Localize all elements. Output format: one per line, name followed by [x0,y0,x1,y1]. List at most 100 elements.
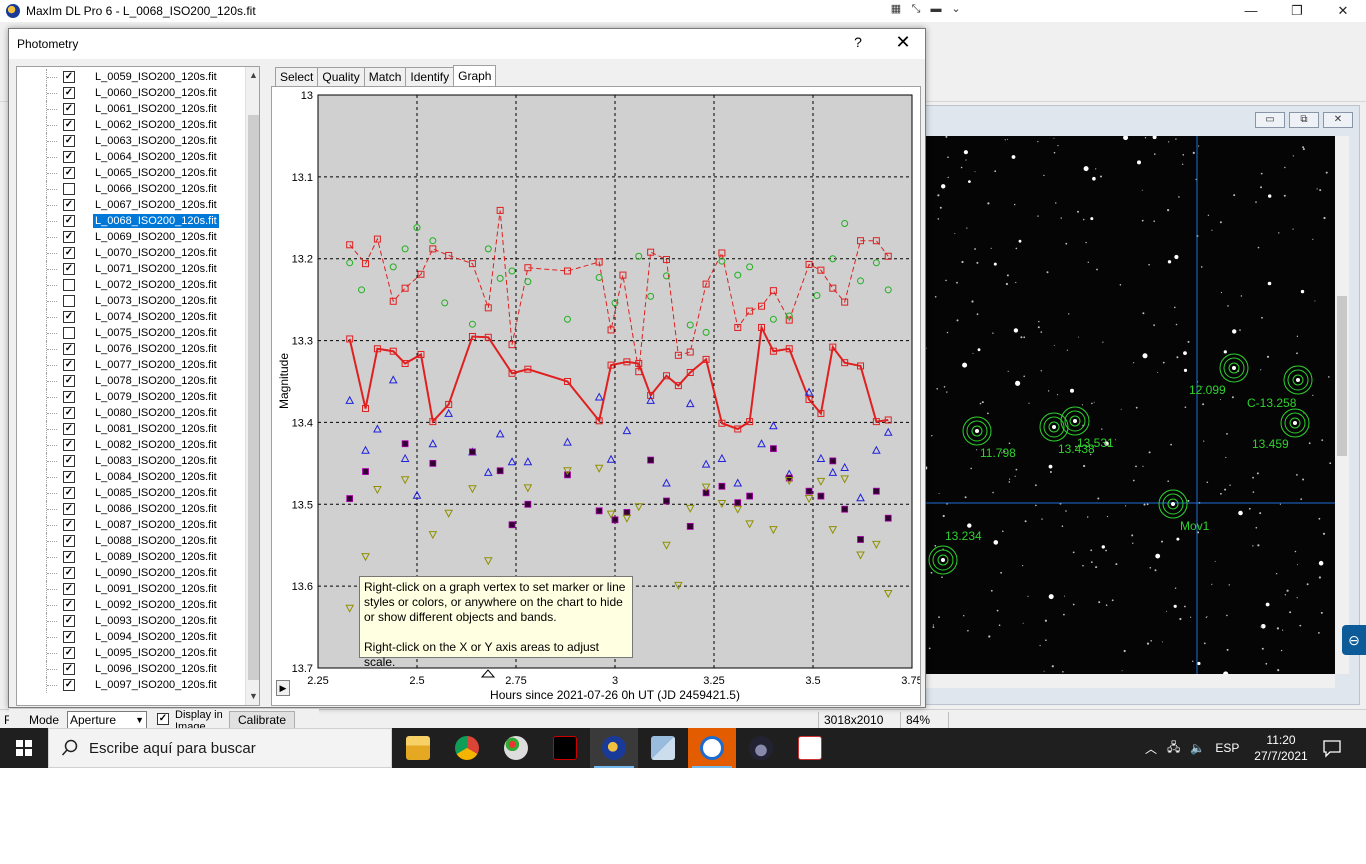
data-point[interactable] [496,467,504,475]
file-checkbox[interactable]: ✓ [63,311,75,323]
taskbar-clock[interactable]: 11:20 27/7/2021 [1250,732,1312,764]
file-checkbox[interactable]: ✓ [63,487,75,499]
dialog-titlebar[interactable]: Photometry ? ✕ [9,29,925,59]
file-checkbox[interactable]: ✓ [63,375,75,387]
data-point[interactable] [829,457,837,465]
close-button[interactable]: ✕ [1320,0,1366,22]
file-list-item[interactable]: ✓ L_0061_ISO200_120s.fit [17,101,245,117]
start-button[interactable] [0,728,48,768]
file-checkbox[interactable]: ✓ [63,71,75,83]
play-icon[interactable]: ▶ [276,680,290,696]
image-maximize-button[interactable]: ⧉ [1289,112,1319,128]
file-list-item[interactable]: L_0075_ISO200_120s.fit [17,325,245,341]
data-point[interactable] [623,509,631,516]
file-checkbox[interactable]: ✓ [63,423,75,435]
file-checkbox[interactable]: ✓ [63,87,75,99]
file-list-item[interactable]: ✓ L_0079_ISO200_120s.fit [17,389,245,405]
data-point[interactable] [429,459,437,467]
chevron-down-icon[interactable]: ⌄ [948,1,964,17]
file-checkbox[interactable]: ✓ [63,535,75,547]
data-point[interactable] [841,505,849,513]
taskbar-paint[interactable] [492,728,540,768]
file-list-item[interactable]: ✓ L_0084_ISO200_120s.fit [17,469,245,485]
data-point[interactable] [884,514,892,522]
tab-quality[interactable]: Quality [317,67,365,86]
image-horizontal-scrollbar[interactable] [925,674,1335,688]
tab-identify[interactable]: Identify [405,67,455,86]
file-checkbox[interactable]: ✓ [63,231,75,243]
file-list-item[interactable]: ✓ L_0060_ISO200_120s.fit [17,85,245,101]
data-point[interactable] [346,495,354,502]
data-point[interactable] [686,522,694,530]
taskbar-stellarium[interactable] [737,728,785,768]
data-point[interactable] [508,521,516,529]
restore-button[interactable]: ❐ [1274,0,1320,22]
taskbar-file-explorer[interactable] [394,728,442,768]
file-checkbox[interactable]: ✓ [63,407,75,419]
file-list-item[interactable]: ✓ L_0088_ISO200_120s.fit [17,533,245,549]
volume-icon[interactable]: 🔈 [1190,741,1205,755]
file-list-scroll-thumb[interactable] [248,115,259,680]
tab-graph[interactable]: Graph [453,65,497,87]
file-checkbox[interactable]: ✓ [63,167,75,179]
dash-icon[interactable]: ▬ [928,1,944,17]
file-checkbox[interactable]: ✓ [63,599,75,611]
file-list-item[interactable]: ✓ L_0090_ISO200_120s.fit [17,565,245,581]
data-point[interactable] [718,482,726,490]
taskbar-maxim-dl[interactable] [590,728,638,768]
app-titlebar[interactable]: MaxIm DL Pro 6 - L_0068_ISO200_120s.fit … [0,0,1366,22]
photometry-dialog[interactable]: Photometry ? ✕ ✓ L_0059_ISO200_120s.fit ✓ L… [8,28,926,744]
file-list-item[interactable]: L_0073_ISO200_120s.fit [17,293,245,309]
data-point[interactable] [611,516,619,524]
language-indicator[interactable]: ESP [1215,741,1239,755]
file-checkbox[interactable]: ✓ [63,119,75,131]
taskbar-java[interactable] [786,728,834,768]
file-checkbox[interactable] [63,183,75,195]
taskbar-notepad[interactable] [639,728,687,768]
notifications-icon[interactable] [1322,738,1342,758]
file-list-item[interactable]: ✓ L_0070_ISO200_120s.fit [17,245,245,261]
file-checkbox[interactable]: ✓ [63,247,75,259]
data-point[interactable] [595,507,603,515]
data-point[interactable] [524,500,532,508]
image-close-button[interactable]: ✕ [1323,112,1353,128]
taskbar-ryzen-master[interactable] [541,728,589,768]
file-list-item[interactable]: ✓ L_0082_ISO200_120s.fit [17,437,245,453]
image-file-list[interactable]: ✓ L_0059_ISO200_120s.fit ✓ L_0060_ISO200_12… [16,66,260,706]
file-list-scrollbar[interactable]: ▲ ▼ [245,67,259,705]
file-list-item[interactable]: ✓ L_0087_ISO200_120s.fit [17,517,245,533]
dialog-close-button[interactable]: ✕ [893,32,913,53]
file-list-item[interactable]: ✓ L_0092_ISO200_120s.fit [17,597,245,613]
file-list-item[interactable]: ✓ L_0067_ISO200_120s.fit [17,197,245,213]
file-list-item[interactable]: ✓ L_0063_ISO200_120s.fit [17,133,245,149]
scroll-down-arrow-icon[interactable]: ▼ [246,688,259,704]
file-list-item[interactable]: ✓ L_0062_ISO200_120s.fit [17,117,245,133]
taskbar-teamviewer[interactable] [688,728,736,768]
image-minimize-button[interactable]: ▭ [1255,112,1285,128]
file-list-item[interactable]: ✓ L_0076_ISO200_120s.fit [17,341,245,357]
data-point[interactable] [769,445,777,453]
file-checkbox[interactable]: ✓ [63,583,75,595]
file-checkbox[interactable]: ✓ [63,615,75,627]
side-panel-toggle-icon[interactable]: ⊖ [1342,625,1366,655]
data-point[interactable] [469,448,476,456]
data-point[interactable] [805,487,813,495]
file-list-item[interactable]: ✓ L_0094_ISO200_120s.fit [17,629,245,645]
file-checkbox[interactable]: ✓ [63,215,75,227]
taskbar-chrome[interactable] [443,728,491,768]
data-point[interactable] [817,492,825,500]
file-list-item[interactable]: ✓ L_0086_ISO200_120s.fit [17,501,245,517]
file-list-item[interactable]: ✓ L_0064_ISO200_120s.fit [17,149,245,165]
data-point[interactable] [401,440,409,448]
image-window[interactable]: ▭ ⧉ ✕ 12.099 C-13.258 11.798 13.438 13.5… [924,105,1360,705]
file-checkbox[interactable]: ✓ [63,151,75,163]
display-in-image-checkbox[interactable]: ✓ [157,713,169,725]
file-checkbox[interactable]: ✓ [63,199,75,211]
file-checkbox[interactable]: ✓ [63,567,75,579]
file-checkbox[interactable]: ✓ [63,519,75,531]
image-vertical-scrollbar[interactable] [1335,136,1349,674]
file-list-item[interactable]: ✓ L_0085_ISO200_120s.fit [17,485,245,501]
file-list-item[interactable]: ✓ L_0069_ISO200_120s.fit [17,229,245,245]
file-list-item[interactable]: ✓ L_0074_ISO200_120s.fit [17,309,245,325]
file-list-item[interactable]: ✓ L_0095_ISO200_120s.fit [17,645,245,661]
